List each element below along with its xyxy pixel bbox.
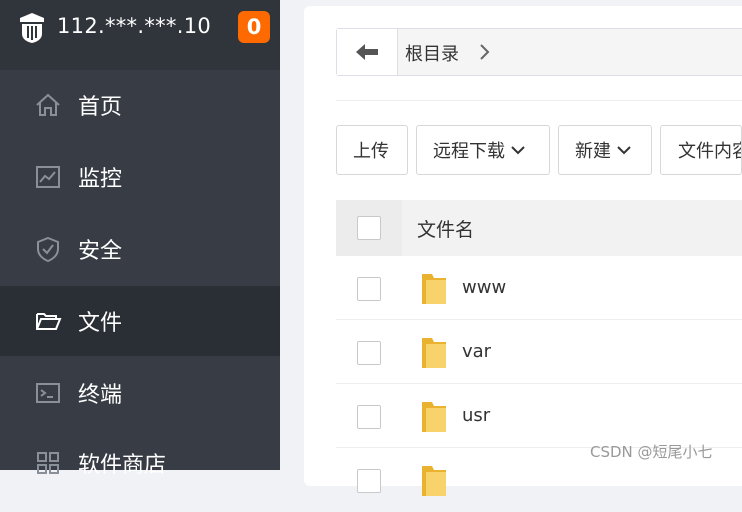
chevron-down-icon: [617, 146, 631, 155]
row-checkbox[interactable]: [357, 277, 381, 301]
remote-download-button[interactable]: 远程下载: [416, 125, 550, 175]
new-button[interactable]: 新建: [558, 125, 652, 175]
folder-icon: [422, 274, 446, 304]
sidebar-item-home[interactable]: 首页: [0, 70, 280, 140]
server-host: 112.***.***.10: [57, 14, 212, 38]
sidebar-item-label: 监控: [78, 167, 123, 192]
path-bar[interactable]: 根目录: [336, 28, 742, 76]
folder-icon: [422, 338, 446, 368]
folder-open-icon: [36, 313, 62, 330]
sidebar-item-label: 终端: [78, 383, 123, 408]
arrow-left-icon: [356, 44, 378, 60]
server-logo-icon: [20, 13, 44, 43]
sidebar-item-security[interactable]: 安全: [0, 214, 280, 284]
table-row[interactable]: www: [336, 256, 742, 320]
sidebar-item-label: 安全: [78, 239, 123, 264]
monitor-chart-icon: [36, 166, 60, 188]
divider: [336, 100, 742, 101]
file-content-button[interactable]: 文件内容: [660, 125, 742, 175]
sidebar-item-files[interactable]: 文件: [0, 286, 280, 356]
file-name[interactable]: www: [462, 277, 506, 298]
chevron-down-icon: [511, 146, 525, 155]
home-icon: [36, 93, 60, 116]
select-all-checkbox[interactable]: [357, 216, 381, 240]
sidebar-item-terminal[interactable]: 终端: [0, 358, 280, 428]
terminal-icon: [36, 383, 60, 403]
row-checkbox[interactable]: [357, 341, 381, 365]
sidebar-item-label: 文件: [78, 311, 123, 336]
table-row[interactable]: usr: [336, 384, 742, 448]
folder-icon: [422, 402, 446, 432]
watermark: CSDN @短尾小七: [590, 443, 713, 461]
file-content-label: 文件内容: [678, 141, 741, 162]
header-checkbox-cell: [336, 200, 402, 256]
table-header: 文件名: [336, 200, 742, 256]
file-name[interactable]: usr: [462, 405, 490, 426]
notification-badge[interactable]: 0: [238, 11, 270, 43]
folder-icon: [422, 466, 446, 496]
chevron-right-icon: [480, 44, 490, 60]
new-button-label: 新建: [575, 141, 611, 162]
back-button[interactable]: [337, 29, 398, 75]
sidebar-item-appstore[interactable]: 软件商店: [0, 428, 280, 498]
sidebar: 112.***.***.10 0 首页 监控 安全 文件 终端 软件商店: [0, 0, 280, 478]
column-filename[interactable]: 文件名: [417, 215, 474, 242]
table-row[interactable]: var: [336, 320, 742, 384]
row-checkbox[interactable]: [357, 469, 381, 493]
shield-icon: [37, 236, 59, 263]
sidebar-item-label: 软件商店: [78, 453, 167, 478]
row-checkbox[interactable]: [357, 405, 381, 429]
app-grid-icon: [37, 452, 59, 474]
breadcrumb-root[interactable]: 根目录: [405, 40, 459, 66]
sidebar-item-label: 首页: [78, 95, 123, 120]
sidebar-header: 112.***.***.10 0: [0, 0, 280, 70]
file-name[interactable]: var: [462, 341, 491, 362]
sidebar-item-monitor[interactable]: 监控: [0, 142, 280, 212]
remote-download-label: 远程下载: [433, 141, 505, 162]
upload-button[interactable]: 上传: [336, 125, 408, 175]
upload-button-label: 上传: [353, 141, 389, 162]
